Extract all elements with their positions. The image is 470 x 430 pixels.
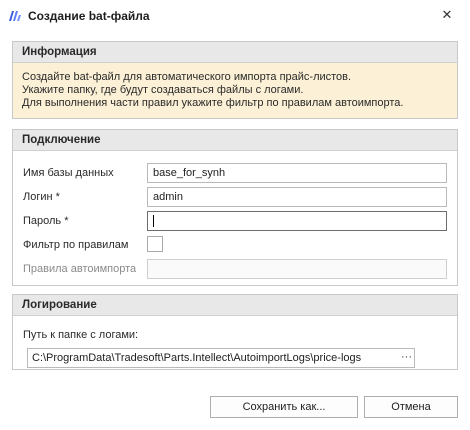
- filter-checkbox[interactable]: [147, 236, 163, 252]
- info-header: Информация: [13, 42, 457, 63]
- logging-header: Логирование: [13, 295, 457, 316]
- rules-input[interactable]: [147, 259, 447, 279]
- close-button[interactable]: ✕: [433, 4, 461, 26]
- info-text: Создайте bat-файл для автоматического им…: [13, 63, 457, 118]
- info-group: Информация Создайте bat-файл для автомат…: [12, 41, 458, 119]
- password-label: Пароль *: [23, 215, 69, 227]
- login-label: Логин *: [23, 191, 60, 203]
- logging-group: Логирование Путь к папке с логами: C:\Pr…: [12, 294, 458, 370]
- cancel-button[interactable]: Отмена: [364, 396, 458, 418]
- log-path-input[interactable]: C:\ProgramData\Tradesoft\Parts.Intellect…: [27, 348, 415, 368]
- title-bar: Создание bat-файла ✕: [0, 0, 470, 32]
- browse-icon[interactable]: ···: [401, 351, 412, 363]
- login-input[interactable]: admin: [147, 187, 447, 207]
- db-name-label: Имя базы данных: [23, 167, 114, 179]
- window-title: Создание bat-файла: [28, 9, 150, 23]
- info-line: Укажите папку, где будут создаваться фай…: [22, 84, 304, 96]
- close-icon: ✕: [441, 7, 453, 22]
- rules-label: Правила автоимпорта: [23, 263, 137, 275]
- log-path-label: Путь к папке с логами:: [23, 329, 139, 341]
- text-caret: [153, 214, 154, 227]
- connection-header: Подключение: [13, 130, 457, 151]
- password-input[interactable]: [147, 211, 447, 231]
- info-line: Для выполнения части правил укажите филь…: [22, 97, 404, 109]
- filter-label: Фильтр по правилам: [23, 239, 129, 251]
- save-as-button[interactable]: Сохранить как...: [210, 396, 358, 418]
- info-line: Создайте bat-файл для автоматического им…: [22, 71, 352, 83]
- db-name-input[interactable]: base_for_synh: [147, 163, 447, 183]
- app-logo-icon: [9, 11, 21, 21]
- connection-group: Подключение Имя базы данных base_for_syn…: [12, 129, 458, 286]
- log-path-value: C:\ProgramData\Tradesoft\Parts.Intellect…: [32, 352, 362, 364]
